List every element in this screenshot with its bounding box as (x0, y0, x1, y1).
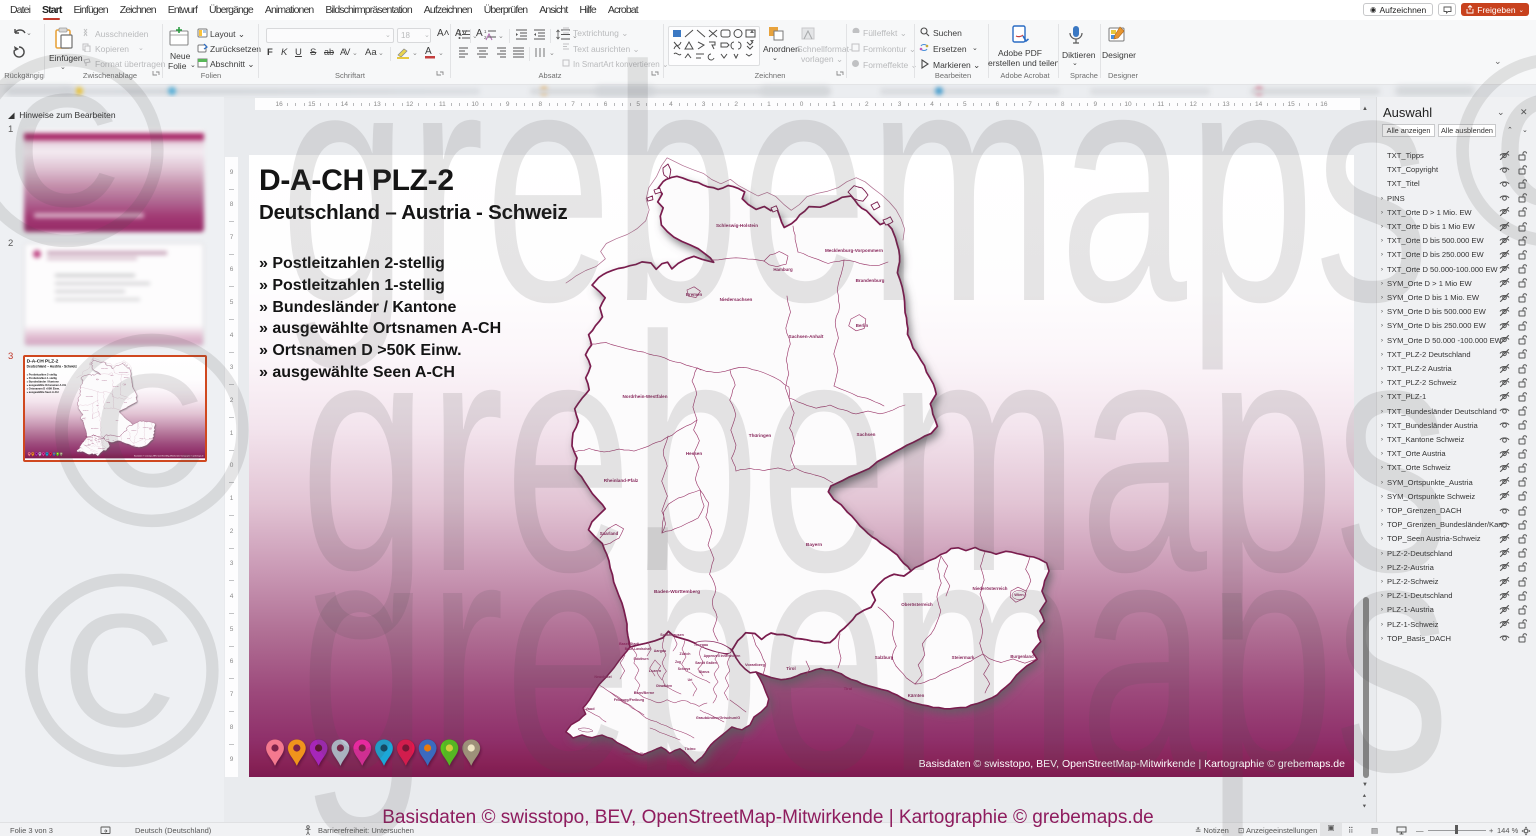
svg-text:Saarland: Saarland (600, 531, 619, 536)
svg-text:Niedersachsen: Niedersachsen (102, 380, 108, 382)
svg-text:Fribourg/Freiburg: Fribourg/Freiburg (614, 698, 644, 702)
svg-text:Niedersachsen: Niedersachsen (720, 297, 753, 302)
svg-text:Sachsen: Sachsen (857, 432, 876, 437)
svg-text:Tirol: Tirol (122, 443, 124, 445)
svg-text:Oberösterreich: Oberösterreich (901, 602, 933, 607)
svg-text:Zug: Zug (675, 660, 681, 664)
svg-text:Zürich: Zürich (680, 652, 691, 656)
svg-text:Burgenland: Burgenland (1010, 654, 1034, 659)
svg-text:Obwalden: Obwalden (656, 684, 672, 688)
svg-text:A: A (425, 46, 432, 57)
svg-text:Hessen: Hessen (686, 451, 703, 456)
svg-text:Bayern: Bayern (806, 542, 822, 548)
svg-text:Rheinland-Pfalz: Rheinland-Pfalz (83, 409, 89, 411)
svg-text:Schwyz: Schwyz (678, 667, 691, 671)
svg-text:Burgenland: Burgenland (149, 438, 153, 440)
svg-text:Brandenburg: Brandenburg (124, 377, 129, 379)
svg-text:Kärnten: Kärnten (908, 693, 925, 698)
svg-text:Thüringen: Thüringen (106, 402, 110, 404)
svg-text:Solothurn: Solothurn (633, 657, 648, 661)
svg-text:Appenzell Innerrhoden: Appenzell Innerrhoden (704, 654, 741, 658)
svg-text:Mecklenburg-Vorpommern: Mecklenburg-Vorpommern (825, 248, 883, 253)
svg-text:Salzburg: Salzburg (875, 655, 894, 660)
svg-text:Tirol: Tirol (786, 666, 795, 671)
svg-text:Vaud: Vaud (585, 707, 595, 711)
svg-text:Baden-Württemberg: Baden-Württemberg (654, 589, 700, 595)
svg-text:Graubünden/Grischun/G: Graubünden/Grischun/G (98, 448, 106, 450)
svg-text:Sankt Gallen: Sankt Gallen (695, 661, 717, 665)
svg-text:Fribourg/Freiburg: Fribourg/Freiburg (84, 445, 90, 447)
svg-text:Sachsen-Anhalt: Sachsen-Anhalt (789, 334, 824, 339)
svg-text:Bern/Berne: Bern/Berne (634, 691, 654, 695)
svg-text:Thurgau: Thurgau (694, 643, 708, 647)
svg-text:2: 2 (484, 35, 487, 40)
svg-text:Niederösterreich: Niederösterreich (973, 586, 1008, 591)
svg-text:Uri: Uri (688, 678, 693, 682)
svg-text:Basel-Stadt: Basel-Stadt (619, 642, 640, 646)
svg-text:Brandenburg: Brandenburg (856, 278, 885, 283)
svg-text:Berlin: Berlin (856, 323, 869, 328)
svg-text:Aargau: Aargau (654, 649, 666, 653)
svg-text:Glarus: Glarus (699, 670, 710, 674)
svg-text:Schleswig-Holstein: Schleswig-Holstein (716, 223, 758, 228)
svg-text:Wien: Wien (1014, 592, 1024, 597)
svg-text:Nordrhein-Westfalen: Nordrhein-Westfalen (622, 394, 667, 399)
svg-text:1: 1 (484, 29, 487, 34)
svg-text:Steiermark: Steiermark (952, 655, 975, 660)
svg-text:Mecklenburg-Vorpommern: Mecklenburg-Vorpommern (119, 372, 129, 374)
svg-text:Schaffhausen: Schaffhausen (92, 434, 96, 436)
svg-text:Bremen: Bremen (686, 292, 703, 297)
svg-text:Basel-Landschaft: Basel-Landschaft (625, 647, 653, 651)
svg-text:Thüringen: Thüringen (749, 433, 772, 438)
svg-text:Luzern: Luzern (649, 669, 662, 673)
svg-text:Graubünden/Grischun/G: Graubünden/Grischun/G (696, 716, 740, 720)
svg-text:Neuchâtel: Neuchâtel (594, 675, 611, 679)
svg-text:Rheinland-Pfalz: Rheinland-Pfalz (604, 478, 639, 483)
svg-text:Schaffhausen: Schaffhausen (660, 633, 684, 637)
svg-text:Tirol: Tirol (844, 686, 853, 691)
svg-text:Vorarlberg: Vorarlberg (745, 662, 765, 667)
svg-text:Sankt Gallen: Sankt Gallen (98, 439, 102, 441)
svg-text:Sachsen: Sachsen (124, 402, 128, 404)
svg-text:Hamburg: Hamburg (773, 267, 793, 272)
